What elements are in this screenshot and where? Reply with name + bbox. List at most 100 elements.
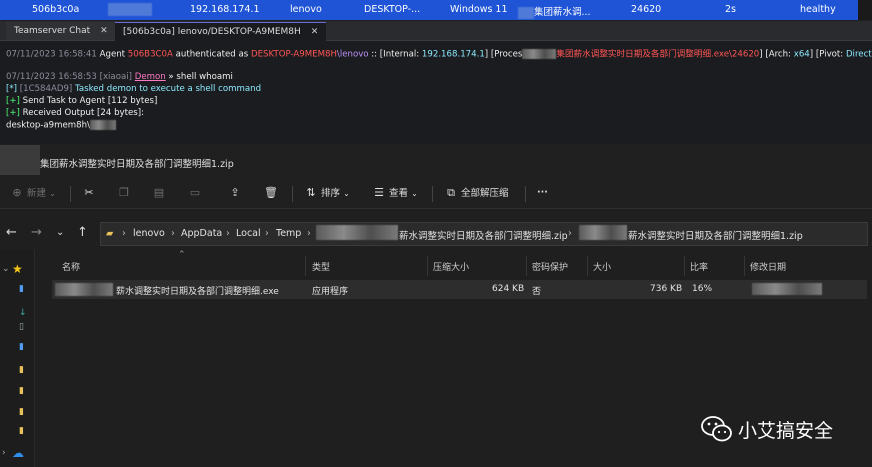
- copy-button[interactable]: ❐: [117, 185, 131, 201]
- received-text: Received Output [24 bytes]:: [22, 108, 144, 118]
- close-icon[interactable]: ✕: [311, 27, 319, 37]
- agent-health: healthy: [800, 4, 836, 15]
- task-text: Tasked demon to execute a shell command: [75, 84, 262, 94]
- view-label: 查看: [389, 188, 409, 199]
- breadcrumb-zip[interactable]: 薪水调整实时日期及各部门调整明细1.zip: [628, 228, 803, 242]
- sort-button[interactable]: ⇅ 排序 ⌄: [304, 185, 349, 201]
- folder-icon[interactable]: ▮: [19, 407, 24, 417]
- folder-icon[interactable]: ▮: [19, 284, 24, 294]
- explorer-toolbar: ⊕ 新建 ⌄ ✂ ❐ ▤ ▭ ⇪ 🗑 ⇅ 排序 ⌄ ☰ 查看 ⌄ ⧉ 全部解压缩…: [0, 178, 872, 209]
- folder-icon[interactable]: ▮: [19, 426, 24, 436]
- document-icon[interactable]: ▯: [19, 322, 24, 332]
- share-button[interactable]: ⇪: [228, 185, 242, 201]
- agent-word: Agent: [99, 49, 126, 60]
- navigation-pane: ⌄ ★ ▮ ↓ ▯ ▮ ▮ ▮ ▮ ▮ › ☁: [0, 250, 35, 467]
- internal-ip: 192.168.174.1: [421, 49, 485, 60]
- column-ratio[interactable]: 比率: [690, 260, 708, 273]
- timestamp: 07/11/2023 16:58:41: [6, 49, 97, 60]
- sort-icon: ⇅: [306, 186, 316, 199]
- watermark-text: 小艾搞安全: [738, 420, 834, 442]
- redacted-block: [752, 283, 822, 295]
- column-compressed-size[interactable]: 压缩大小: [433, 260, 469, 273]
- agent-user: lenovo: [290, 4, 322, 15]
- chevron-down-icon[interactable]: ⌄: [56, 227, 64, 238]
- breadcrumb-separator: ›: [568, 228, 572, 239]
- file-ratio: 16%: [692, 284, 713, 294]
- file-type: 应用程序: [312, 287, 349, 297]
- console-line-received: [+] Received Output [24 bytes]:: [6, 108, 144, 119]
- folder-icon[interactable]: ▮: [19, 365, 24, 375]
- view-button[interactable]: ☰ 查看 ⌄: [372, 185, 418, 201]
- watermark: 小艾搞安全: [700, 412, 860, 444]
- folder-icon[interactable]: ▮: [19, 386, 24, 396]
- scrollbar[interactable]: [858, 0, 872, 20]
- new-label: 新建: [27, 188, 47, 199]
- sort-label: 排序: [321, 188, 341, 199]
- file-password: 否: [532, 287, 542, 297]
- breadcrumb-local[interactable]: Local: [236, 228, 261, 239]
- agent-process-label: 集团薪水调...: [534, 7, 591, 18]
- column-modified-date[interactable]: 修改日期: [750, 260, 786, 273]
- ok-prefix: [+]: [6, 108, 20, 118]
- breadcrumb-temp[interactable]: Temp: [276, 228, 301, 239]
- agent-sleep: 2s: [725, 4, 736, 15]
- window-title: 集团薪水调整实时日期及各部门调整明细1.zip: [40, 159, 234, 170]
- chevron-right-icon[interactable]: ›: [2, 448, 6, 458]
- breadcrumb-zip-parent[interactable]: 薪水调整实时日期及各部门调整明细.zip: [399, 228, 568, 242]
- internal-label: :: [Internal:: [371, 49, 420, 60]
- image-folder-icon[interactable]: ▮: [19, 342, 24, 352]
- command: » shell whoami: [168, 72, 233, 82]
- redacted-block: [108, 3, 152, 16]
- info-prefix: [*]: [6, 84, 18, 94]
- cut-button[interactable]: ✂: [82, 185, 96, 201]
- agent-process: 集团薪水调...: [518, 4, 591, 19]
- console-line-auth: 07/11/2023 16:58:41 Agent 506B3C0A authe…: [6, 49, 872, 61]
- close-icon[interactable]: ✕: [100, 26, 108, 36]
- column-name[interactable]: 名称: [62, 260, 80, 273]
- tab-teamserver-chat[interactable]: Teamserver Chat ✕: [6, 22, 116, 40]
- column-password[interactable]: 密码保护: [532, 260, 568, 273]
- file-compressed-size: 624 KB: [492, 284, 525, 294]
- plus-circle-icon: ⊕: [12, 186, 22, 199]
- table-row[interactable]: 薪水调整实时日期及各部门调整明细.exe 应用程序 624 KB 否 736 K…: [52, 280, 867, 299]
- breadcrumb-lenovo[interactable]: lenovo: [133, 228, 165, 239]
- paste-button[interactable]: ▤: [152, 185, 166, 201]
- column-size[interactable]: 大小: [593, 260, 611, 273]
- sort-ascending-icon: ⌃: [178, 250, 186, 260]
- delete-button[interactable]: 🗑: [264, 185, 278, 201]
- more-button[interactable]: ···: [537, 185, 548, 201]
- console-output[interactable]: 07/11/2023 16:58:41 Agent 506B3C0A authe…: [0, 41, 872, 144]
- download-icon[interactable]: ↓: [19, 308, 27, 318]
- rename-button[interactable]: ▭: [188, 185, 202, 201]
- cloud-icon[interactable]: ☁: [12, 446, 24, 460]
- tab-agent-session[interactable]: [506b3c0a] lenovo/DESKTOP-A9MEM8H ✕: [115, 22, 327, 41]
- extract-all-button[interactable]: ⧉ 全部解压缩: [444, 185, 508, 201]
- back-arrow-icon[interactable]: ←: [6, 225, 17, 240]
- agent-row[interactable]: 506b3c0a 192.168.174.1 lenovo DESKTOP-..…: [0, 0, 858, 20]
- address-bar[interactable]: ▰ › lenovo › AppData › Local › Temp › 薪水…: [100, 222, 868, 246]
- agent-id: 506b3c0a: [32, 4, 80, 15]
- breadcrumb-separator: ›: [226, 228, 230, 239]
- demon-link[interactable]: Demon: [135, 72, 166, 82]
- new-button[interactable]: ⊕ 新建 ⌄: [10, 185, 55, 201]
- console-line-task: [*] [1C584AD9] Tasked demon to execute a…: [6, 84, 261, 95]
- tab-label: [506b3c0a] lenovo/DESKTOP-A9MEM8H: [123, 27, 301, 37]
- console-line-send: [+] Send Task to Agent [112 bytes]: [6, 96, 157, 107]
- host: DESKTOP-A9MEM8H: [250, 49, 337, 60]
- process-label: ] [Proces: [484, 49, 523, 60]
- redacted-block: [316, 225, 398, 240]
- pivot: Direct: [845, 49, 872, 60]
- star-icon[interactable]: ★: [12, 262, 23, 276]
- chevron-down-icon[interactable]: ⌄: [2, 264, 10, 274]
- extract-icon: ⧉: [447, 186, 455, 199]
- chevron-down-icon: ⌄: [411, 189, 418, 198]
- share-icon: ⇪: [230, 186, 240, 199]
- agent-id: 506B3C0A: [127, 49, 173, 60]
- column-type[interactable]: 类型: [312, 260, 330, 273]
- copy-icon: ❐: [119, 186, 129, 199]
- breadcrumb-appdata[interactable]: AppData: [181, 228, 222, 239]
- breadcrumb-separator: ›: [265, 228, 269, 239]
- process: 集团薪水调整实时日期及各部门调整明细.exe\24620: [556, 49, 760, 60]
- forward-arrow-icon[interactable]: →: [31, 225, 42, 240]
- up-arrow-icon[interactable]: ↑: [77, 225, 88, 240]
